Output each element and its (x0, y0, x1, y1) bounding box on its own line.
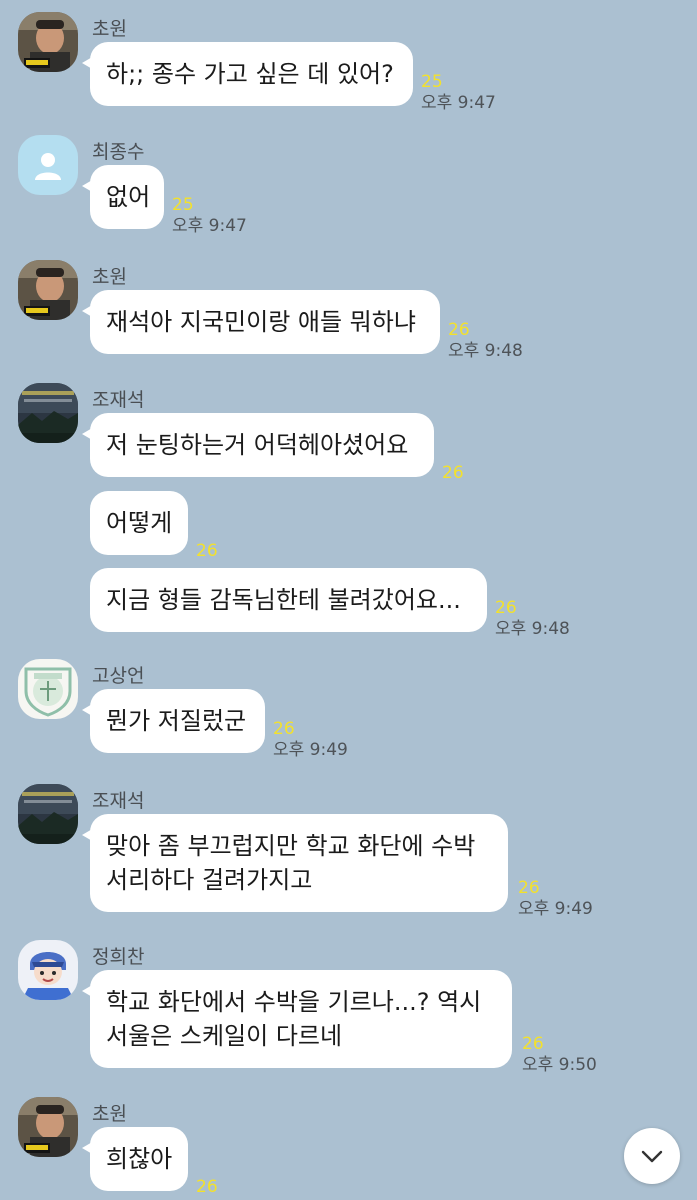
message-text: 뭔가 저질렀군 (106, 707, 247, 735)
unread-count: 26 (448, 320, 470, 340)
message-text-line: 서리하다 걸려가지고 (106, 866, 313, 894)
sender-name: 최종수 (92, 141, 145, 163)
message-text: 희찮아 (106, 1145, 173, 1173)
message-meta: 26 (442, 463, 464, 483)
avatar-sangeon[interactable] (18, 659, 78, 719)
avatar-jaeseok[interactable] (18, 784, 78, 844)
sender-name: 초원 (92, 18, 127, 40)
photo-avatar-icon (18, 12, 78, 72)
message-meta: 26 오후 9:48 (448, 320, 523, 362)
message-text-line: 맞아 좀 부끄럽지만 학교 화단에 수박 (106, 832, 476, 860)
chat-message-list[interactable]: 초원 하;; 종수 가고 싶은 데 있어? 25 오후 9:47 최종수 없어 (0, 0, 697, 1200)
unread-count: 26 (196, 1177, 218, 1197)
unread-count: 26 (442, 463, 464, 483)
timestamp: 오후 9:48 (495, 619, 570, 639)
message-bubble[interactable]: 없어 (82, 165, 164, 229)
unread-count: 26 (273, 719, 295, 739)
message-meta: 25 오후 9:47 (172, 195, 247, 237)
message-text: 재석아 지국민이랑 애들 뭐하냐 (106, 308, 416, 336)
message-bubble[interactable]: 저 눈팅하는거 어덕헤아셨어요 (82, 413, 434, 477)
unread-count: 26 (196, 541, 218, 561)
unread-count: 26 (522, 1034, 544, 1054)
sender-name: 정희찬 (92, 946, 145, 968)
sender-name: 조재석 (92, 389, 145, 411)
avatar-chowon[interactable] (18, 260, 78, 320)
message-meta: 26 오후 9:50 (522, 1034, 597, 1076)
message-bubble[interactable]: 재석아 지국민이랑 애들 뭐하냐 (82, 290, 440, 354)
message-bubble[interactable]: 뭔가 저질렀군 (82, 689, 265, 753)
message-text-line: 서울은 스케일이 다르네 (106, 1022, 343, 1050)
photo-avatar-icon (18, 1097, 78, 1157)
sender-name: 초원 (92, 1103, 127, 1125)
unread-count: 25 (421, 72, 443, 92)
avatar-heechan[interactable] (18, 940, 78, 1000)
emblem-avatar-icon (18, 659, 78, 719)
message-bubble[interactable]: 맞아 좀 부끄럽지만 학교 화단에 수박 서리하다 걸려가지고 (82, 814, 508, 912)
message-bubble[interactable]: 하;; 종수 가고 싶은 데 있어? (82, 42, 413, 106)
message-text-line: 학교 화단에서 수박을 기르나...? 역시 (106, 988, 482, 1016)
message-bubble[interactable]: 지금 형들 감독님한테 불려갔어요... (90, 568, 487, 632)
message-text: 지금 형들 감독님한테 불려갔어요... (106, 586, 461, 614)
timestamp: 오후 9:47 (172, 216, 247, 236)
message-text: 어떻게 (106, 509, 173, 537)
cartoon-avatar-icon (18, 940, 78, 1000)
message-meta: 26 (196, 541, 218, 561)
avatar-chowon[interactable] (18, 12, 78, 72)
message-text: 저 눈팅하는거 어덕헤아셨어요 (106, 431, 409, 459)
scroll-to-bottom-button[interactable] (624, 1128, 680, 1184)
message-bubble[interactable]: 희찮아 (82, 1127, 188, 1191)
avatar-chowon[interactable] (18, 1097, 78, 1157)
timestamp: 오후 9:50 (522, 1055, 597, 1075)
avatar-jaeseok[interactable] (18, 383, 78, 443)
default-person-icon (18, 135, 78, 195)
unread-count: 26 (518, 878, 540, 898)
timestamp: 오후 9:47 (421, 93, 496, 113)
message-meta: 26 (196, 1177, 218, 1197)
message-meta: 26 오후 9:49 (518, 878, 593, 920)
timestamp: 오후 9:49 (273, 740, 348, 760)
photo-avatar-icon (18, 260, 78, 320)
message-text: 없어 (106, 183, 151, 211)
sender-name: 조재석 (92, 790, 145, 812)
timestamp: 오후 9:49 (518, 899, 593, 919)
timestamp: 오후 9:48 (448, 341, 523, 361)
message-meta: 26 오후 9:48 (495, 598, 570, 640)
unread-count: 25 (172, 195, 194, 215)
message-meta: 25 오후 9:47 (421, 72, 496, 114)
landscape-avatar-icon (18, 383, 78, 443)
sender-name: 초원 (92, 266, 127, 288)
unread-count: 26 (495, 598, 517, 618)
message-bubble[interactable]: 학교 화단에서 수박을 기르나...? 역시 서울은 스케일이 다르네 (82, 970, 512, 1068)
message-meta: 26 오후 9:49 (273, 719, 348, 761)
sender-name: 고상언 (92, 665, 145, 687)
chevron-down-icon (641, 1150, 663, 1163)
message-bubble[interactable]: 어떻게 (90, 491, 188, 555)
message-text: 하;; 종수 가고 싶은 데 있어? (106, 60, 394, 88)
landscape-avatar-icon (18, 784, 78, 844)
avatar-jongsu[interactable] (18, 135, 78, 195)
